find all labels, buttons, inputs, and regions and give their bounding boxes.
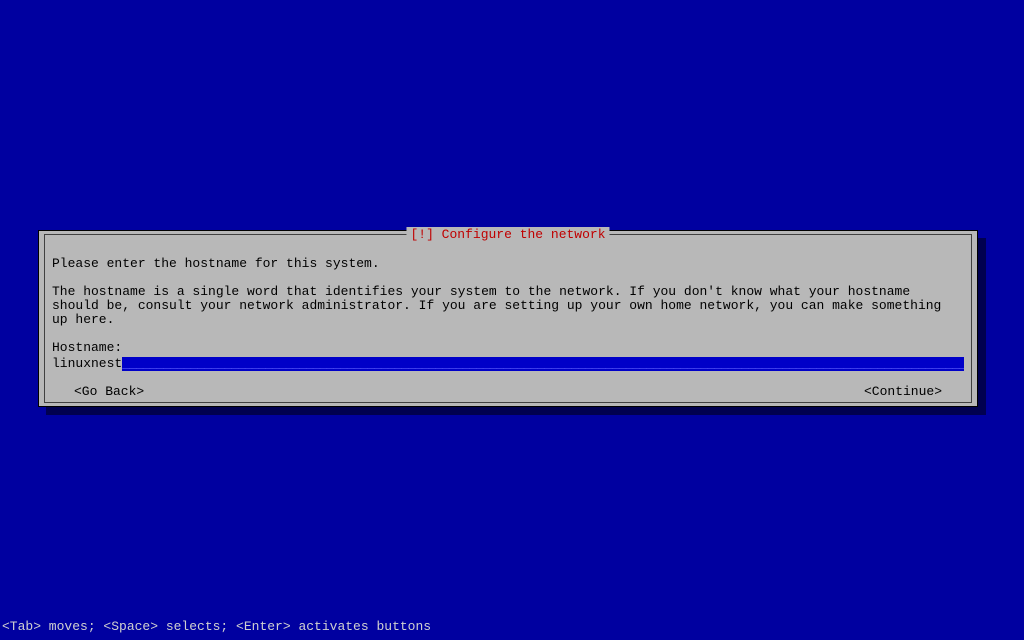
input-fill: ________________________________________… (122, 357, 964, 371)
continue-button[interactable]: <Continue> (864, 385, 942, 399)
dialog-box: [!] Configure the network Please enter t… (38, 230, 978, 407)
hostname-input-value: linuxnest (52, 357, 122, 371)
help-text: The hostname is a single word that ident… (52, 285, 964, 327)
hostname-label: Hostname: (52, 341, 964, 355)
hostname-input[interactable]: linuxnest ______________________________… (52, 357, 964, 371)
prompt-text: Please enter the hostname for this syste… (52, 257, 964, 271)
dialog-content: Please enter the hostname for this syste… (45, 235, 971, 406)
footer-help-text: <Tab> moves; <Space> selects; <Enter> ac… (2, 619, 431, 634)
dialog-inner-frame: [!] Configure the network Please enter t… (44, 234, 972, 403)
go-back-button[interactable]: <Go Back> (74, 385, 144, 399)
button-row: <Go Back> <Continue> (52, 385, 964, 399)
dialog-title: [!] Configure the network (406, 227, 609, 242)
